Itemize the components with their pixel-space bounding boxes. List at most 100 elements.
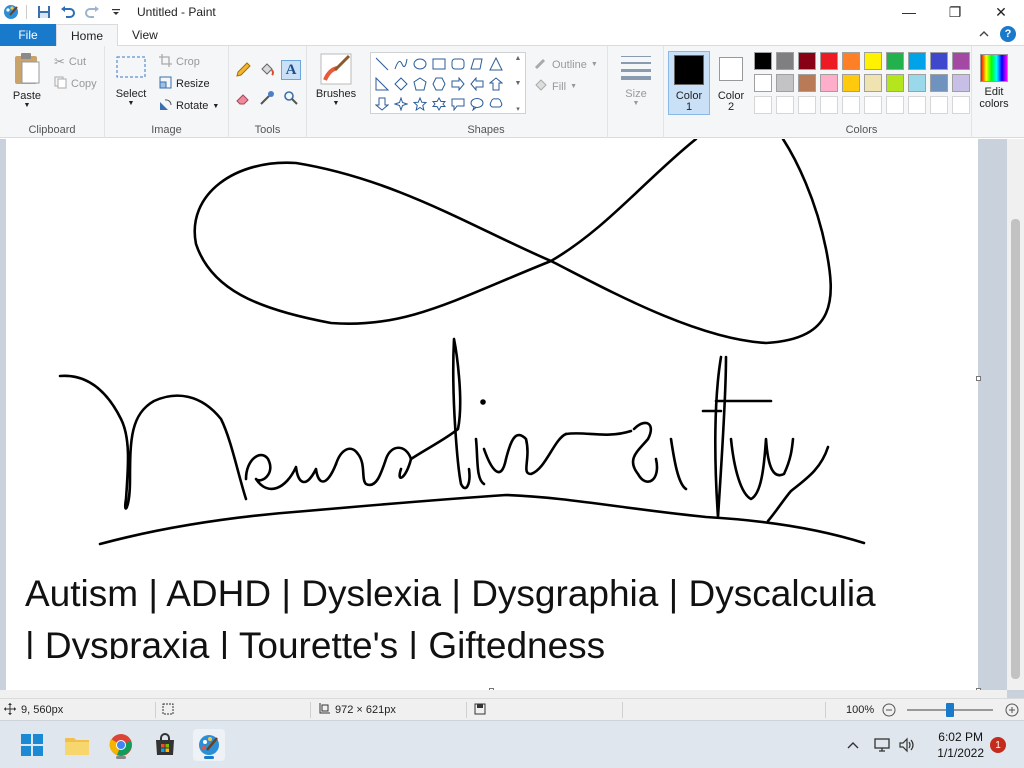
- palette-color-swatch[interactable]: [864, 52, 882, 70]
- palette-color-swatch[interactable]: [754, 74, 772, 92]
- crop-button[interactable]: Crop: [159, 54, 200, 70]
- save-icon[interactable]: [35, 3, 53, 21]
- chrome-button[interactable]: [105, 729, 137, 761]
- palette-custom-slot[interactable]: [776, 96, 794, 114]
- right-triangle-shape-icon[interactable]: [373, 75, 391, 93]
- notification-badge[interactable]: 1: [990, 737, 1006, 753]
- palette-color-swatch[interactable]: [798, 52, 816, 70]
- palette-color-swatch[interactable]: [820, 52, 838, 70]
- copy-button[interactable]: Copy: [54, 76, 97, 92]
- oval-shape-icon[interactable]: [411, 55, 429, 73]
- outline-button[interactable]: Outline ▼: [534, 56, 598, 73]
- file-explorer-button[interactable]: [61, 729, 93, 761]
- help-icon[interactable]: ?: [1000, 26, 1016, 42]
- palette-custom-slot[interactable]: [908, 96, 926, 114]
- down-arrow-shape-icon[interactable]: [373, 95, 391, 113]
- tab-view[interactable]: View: [118, 24, 172, 46]
- canvas-resize-handle-right[interactable]: [976, 376, 981, 381]
- palette-custom-slot[interactable]: [864, 96, 882, 114]
- collapse-ribbon-icon[interactable]: [976, 26, 992, 42]
- magnifier-icon[interactable]: [281, 88, 301, 108]
- drawing-canvas[interactable]: Autism | ADHD | Dyslexia | Dysgraphia | …: [6, 139, 978, 690]
- pentagon-shape-icon[interactable]: [411, 75, 429, 93]
- vertical-scroll-thumb[interactable]: [1011, 219, 1020, 679]
- palette-color-swatch[interactable]: [776, 74, 794, 92]
- palette-color-swatch[interactable]: [798, 74, 816, 92]
- hexagon-shape-icon[interactable]: [430, 75, 448, 93]
- rounded-rectangle-shape-icon[interactable]: [449, 55, 467, 73]
- zoom-slider-thumb[interactable]: [946, 703, 954, 717]
- polygon-shape-icon[interactable]: [468, 55, 486, 73]
- palette-color-swatch[interactable]: [908, 52, 926, 70]
- color1-button[interactable]: Color 1: [668, 51, 710, 115]
- text-box[interactable]: Autism | ADHD | Dyslexia | Dysgraphia | …: [6, 559, 978, 659]
- line-shape-icon[interactable]: [373, 55, 391, 73]
- start-button[interactable]: [16, 729, 48, 761]
- color-picker-icon[interactable]: [257, 88, 277, 108]
- oval-callout-shape-icon[interactable]: [468, 95, 486, 113]
- paint-taskbar-button[interactable]: [193, 729, 225, 761]
- palette-color-swatch[interactable]: [842, 74, 860, 92]
- palette-custom-slot[interactable]: [842, 96, 860, 114]
- triangle-shape-icon[interactable]: [487, 55, 505, 73]
- edit-colors-button[interactable]: Edit colors: [974, 54, 1014, 110]
- palette-color-swatch[interactable]: [776, 52, 794, 70]
- palette-custom-slot[interactable]: [952, 96, 970, 114]
- brushes-button[interactable]: Brushes ▼: [313, 52, 359, 107]
- palette-color-swatch[interactable]: [864, 74, 882, 92]
- shapes-scroll[interactable]: ▲ ▼ ▾: [511, 55, 525, 113]
- palette-color-swatch[interactable]: [820, 74, 838, 92]
- palette-custom-slot[interactable]: [886, 96, 904, 114]
- cloud-callout-shape-icon[interactable]: [487, 95, 505, 113]
- six-point-star-shape-icon[interactable]: [430, 95, 448, 113]
- palette-color-swatch[interactable]: [886, 74, 904, 92]
- fill-bucket-icon[interactable]: [257, 60, 277, 80]
- palette-color-swatch[interactable]: [842, 52, 860, 70]
- palette-color-swatch[interactable]: [930, 74, 948, 92]
- tab-home[interactable]: Home: [56, 24, 119, 47]
- rectangle-shape-icon[interactable]: [430, 55, 448, 73]
- pencil-icon[interactable]: [233, 60, 253, 80]
- store-button[interactable]: [149, 729, 181, 761]
- palette-color-swatch[interactable]: [952, 52, 970, 70]
- clock[interactable]: 6:02 PM 1/1/2022: [937, 729, 984, 761]
- palette-color-swatch[interactable]: [886, 52, 904, 70]
- size-button[interactable]: Size ▼: [618, 54, 654, 107]
- palette-color-swatch[interactable]: [908, 74, 926, 92]
- palette-color-swatch[interactable]: [952, 74, 970, 92]
- palette-custom-slot[interactable]: [798, 96, 816, 114]
- right-arrow-shape-icon[interactable]: [449, 75, 467, 93]
- up-arrow-shape-icon[interactable]: [487, 75, 505, 93]
- rotate-button[interactable]: Rotate ▼: [159, 98, 219, 114]
- vertical-scrollbar[interactable]: [1007, 139, 1024, 690]
- paint-app-icon[interactable]: [2, 3, 20, 21]
- curve-shape-icon[interactable]: [392, 55, 410, 73]
- color2-button[interactable]: Color 2: [712, 54, 750, 113]
- volume-button[interactable]: [898, 721, 916, 768]
- show-hidden-icons-button[interactable]: [846, 721, 860, 768]
- cut-button[interactable]: ✂ Cut: [54, 54, 86, 70]
- tab-file[interactable]: File: [0, 24, 56, 46]
- resize-button[interactable]: Resize: [159, 76, 210, 92]
- close-button[interactable]: ✕: [978, 0, 1024, 24]
- redo-icon[interactable]: [83, 3, 101, 21]
- four-point-star-shape-icon[interactable]: [392, 95, 410, 113]
- five-point-star-shape-icon[interactable]: [411, 95, 429, 113]
- palette-color-swatch[interactable]: [930, 52, 948, 70]
- rect-callout-shape-icon[interactable]: [449, 95, 467, 113]
- customize-toolbar-icon[interactable]: [107, 3, 125, 21]
- zoom-in-button[interactable]: [1005, 699, 1019, 721]
- maximize-button[interactable]: ❐: [932, 0, 978, 24]
- zoom-out-button[interactable]: [882, 699, 896, 721]
- undo-icon[interactable]: [59, 3, 77, 21]
- palette-custom-slot[interactable]: [754, 96, 772, 114]
- left-arrow-shape-icon[interactable]: [468, 75, 486, 93]
- palette-color-swatch[interactable]: [754, 52, 772, 70]
- select-button[interactable]: Select ▼: [113, 54, 149, 107]
- minimize-button[interactable]: —: [886, 0, 932, 24]
- fill-button[interactable]: Fill ▼: [534, 78, 577, 95]
- network-button[interactable]: [873, 721, 891, 768]
- text-tool-icon[interactable]: A: [281, 60, 301, 80]
- eraser-icon[interactable]: [233, 88, 253, 108]
- palette-custom-slot[interactable]: [820, 96, 838, 114]
